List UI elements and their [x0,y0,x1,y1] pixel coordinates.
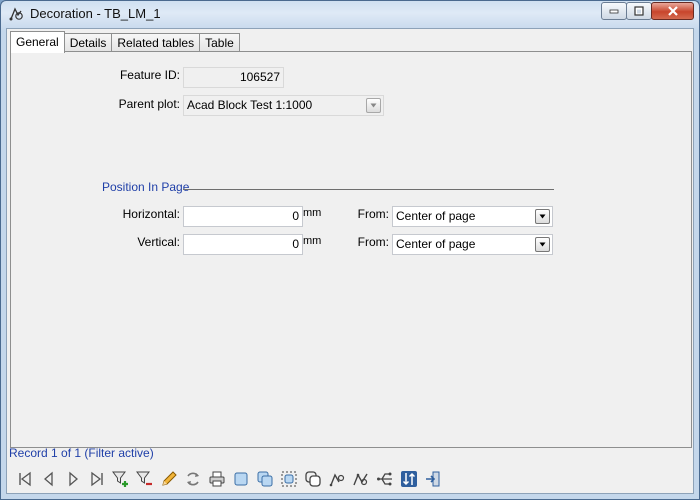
vertical-label: Vertical: [137,235,180,249]
undo-icon[interactable] [326,469,347,490]
chevron-down-icon[interactable] [366,98,381,113]
next-record-icon[interactable] [62,469,83,490]
general-panel: Feature ID: 106527 Parent plot: Acad Blo… [10,51,692,448]
chevron-down-icon[interactable] [535,209,550,224]
last-record-icon[interactable] [86,469,107,490]
horizontal-unit: mm [303,207,322,219]
horizontal-label: Horizontal: [122,207,180,221]
vertical-input[interactable]: 0 [183,234,303,255]
minimize-icon [609,9,619,14]
feature-id-label: Feature ID: [119,68,180,82]
horizontal-from-label: From: [357,207,389,221]
vertical-from-dropdown[interactable]: Center of page [392,234,553,255]
client-area: General Details Related tables Table Fea… [6,28,694,494]
app-icon [8,6,24,22]
maximize-icon [634,6,644,16]
chevron-down-icon[interactable] [535,237,550,252]
sort-icon[interactable] [398,469,419,490]
vertical-from-label: From: [357,235,389,249]
multi-select-icon[interactable] [254,469,275,490]
window-title: Decoration - TB_LM_1 [30,6,161,21]
select-icon[interactable] [230,469,251,490]
parent-plot-value: Acad Block Test 1:1000 [187,98,313,112]
tab-related-tables[interactable]: Related tables [111,33,201,52]
section-title: Position In Page [102,180,190,194]
copy-objects-icon[interactable] [302,469,323,490]
network-icon[interactable] [374,469,395,490]
minimize-button[interactable] [601,2,627,20]
previous-record-icon[interactable] [38,469,59,490]
tab-details[interactable]: Details [63,33,113,52]
exit-icon[interactable] [422,469,443,490]
feature-id-field: 106527 [183,67,284,88]
tab-strip: General Details Related tables Table [10,31,240,53]
first-record-icon[interactable] [14,469,35,490]
horizontal-from-value: Center of page [396,209,476,223]
edit-pencil-icon[interactable] [158,469,179,490]
dashed-select-icon[interactable] [278,469,299,490]
parent-plot-label: Parent plot: [118,97,180,111]
horizontal-input[interactable]: 0 [183,206,303,227]
tab-table[interactable]: Table [199,33,240,52]
maximize-button[interactable] [626,2,652,20]
record-status: Record 1 of 1 (Filter active) [9,446,154,460]
parent-plot-dropdown[interactable]: Acad Block Test 1:1000 [183,95,384,116]
title-bar[interactable]: Decoration - TB_LM_1 [1,1,699,27]
print-icon[interactable] [206,469,227,490]
remove-filter-icon[interactable] [134,469,155,490]
add-filter-icon[interactable] [110,469,131,490]
redo-icon[interactable] [350,469,371,490]
close-icon [667,6,678,16]
decoration-window: Decoration - TB_LM_1 General Details Rel… [0,0,700,500]
tab-general[interactable]: General [10,31,65,53]
vertical-from-value: Center of page [396,237,476,251]
section-divider [183,189,554,190]
record-toolbar [9,465,691,493]
horizontal-from-dropdown[interactable]: Center of page [392,206,553,227]
close-button[interactable] [651,2,694,20]
refresh-icon[interactable] [182,469,203,490]
vertical-unit: mm [303,235,322,247]
